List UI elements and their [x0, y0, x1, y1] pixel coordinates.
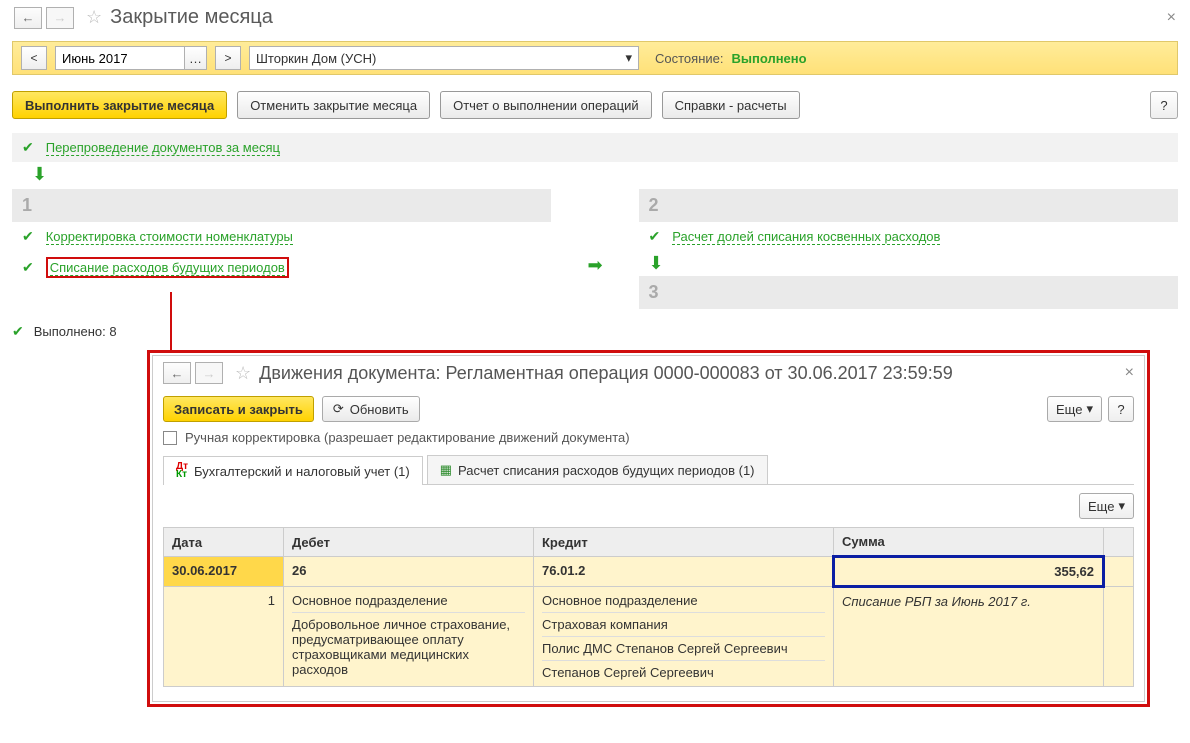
accounting-table: Дата Дебет Кредит Сумма 30.06.2017 26 76… [163, 527, 1134, 687]
favorite-star-icon[interactable]: ☆ [86, 7, 102, 28]
popup-help-button[interactable]: ? [1108, 396, 1134, 422]
period-bar: < … > Шторкин Дом (УСН) ▾ Состояние: Вып… [12, 41, 1178, 75]
table-more-label: Еще [1088, 499, 1114, 514]
cancel-closing-button[interactable]: Отменить закрытие месяца [237, 91, 430, 119]
row2-desc[interactable]: Списание РБП за Июнь 2017 г. [834, 587, 1104, 687]
row2-seq[interactable]: 1 [164, 587, 284, 687]
references-button[interactable]: Справки - расчеты [662, 91, 800, 119]
row2-extra [1104, 587, 1134, 687]
tab-accounting[interactable]: ДтКт Бухгалтерский и налоговый учет (1) [163, 456, 423, 485]
period-input[interactable] [55, 46, 185, 70]
popup-nav-forward-button: → [195, 362, 223, 384]
repost-documents-link[interactable]: Перепроведение документов за месяц [46, 140, 280, 156]
check-icon: ✔ [22, 139, 34, 156]
row2-credit-line4: Степанов Сергей Сергеевич [542, 665, 825, 680]
tab-accounting-label: Бухгалтерский и налоговый учет (1) [194, 464, 410, 479]
page-title: Закрытие месяца [110, 6, 273, 29]
popup-favorite-star-icon[interactable]: ☆ [235, 363, 251, 384]
status-label: Состояние: [655, 51, 723, 66]
col-extra [1104, 528, 1134, 557]
more-button[interactable]: Еще ▾ [1047, 396, 1102, 422]
organization-select[interactable]: Шторкин Дом (УСН) ▾ [249, 46, 639, 70]
period-prev-button[interactable]: < [21, 46, 47, 70]
highlight-box: Списание расходов будущих периодов [46, 257, 289, 278]
manual-edit-label: Ручная корректировка (разрешает редактир… [185, 430, 630, 445]
row2-debit-line2: Добровольное личное страхование, предусм… [292, 617, 525, 677]
debit-credit-icon: ДтКт [176, 463, 188, 479]
grid-icon: ▦ [440, 462, 452, 478]
save-and-close-button[interactable]: Записать и закрыть [163, 396, 314, 422]
col-debit: Дебет [284, 528, 534, 557]
row2-credit[interactable]: Основное подразделение Страховая компани… [534, 587, 834, 687]
check-icon: ✔ [22, 259, 34, 276]
organization-value: Шторкин Дом (УСН) [256, 51, 376, 66]
check-icon: ✔ [22, 228, 34, 245]
stage-1-header: 1 [12, 189, 551, 222]
row2-debit[interactable]: Основное подразделение Добровольное личн… [284, 587, 534, 687]
row2-credit-line2: Страховая компания [542, 617, 825, 637]
row1-debit[interactable]: 26 [284, 557, 534, 587]
footer-status-text: Выполнено: 8 [34, 324, 117, 339]
period-next-button[interactable]: > [215, 46, 241, 70]
popup-nav-back-button[interactable]: ← [163, 362, 191, 384]
refresh-label: Обновить [350, 402, 409, 417]
stage2-item1-link[interactable]: Расчет долей списания косвенных расходов [672, 229, 940, 245]
tab-rbp-label: Расчет списания расходов будущих периодо… [458, 463, 755, 478]
operations-report-button[interactable]: Отчет о выполнении операций [440, 91, 652, 119]
stage1-item2-link[interactable]: Списание расходов будущих периодов [50, 260, 285, 276]
refresh-icon: ⟳ [333, 401, 344, 417]
popup-title: Движения документа: Регламентная операци… [259, 363, 953, 384]
row1-date[interactable]: 30.06.2017 [164, 557, 284, 587]
more-label: Еще [1056, 402, 1082, 417]
row2-credit-line3: Полис ДМС Степанов Сергей Сергеевич [542, 641, 825, 661]
period-picker-button[interactable]: … [185, 46, 207, 70]
table-more-button[interactable]: Еще ▾ [1079, 493, 1134, 519]
close-icon[interactable]: × [1167, 9, 1176, 27]
arrow-down-icon: ⬇ [649, 253, 1178, 274]
row1-credit[interactable]: 76.01.2 [534, 557, 834, 587]
row1-extra [1104, 557, 1134, 587]
nav-back-button[interactable]: ← [14, 7, 42, 29]
refresh-button[interactable]: ⟳ Обновить [322, 396, 420, 422]
stage-2-header: 2 [639, 189, 1178, 222]
callout-arrow [170, 292, 172, 352]
chevron-down-icon: ▾ [1118, 498, 1125, 514]
execute-button[interactable]: Выполнить закрытие месяца [12, 91, 227, 119]
manual-edit-checkbox[interactable] [163, 431, 177, 445]
col-date: Дата [164, 528, 284, 557]
arrow-down-icon: ⬇ [32, 164, 1178, 185]
status-value: Выполнено [731, 51, 806, 66]
row2-debit-line1: Основное подразделение [292, 593, 525, 613]
col-credit: Кредит [534, 528, 834, 557]
nav-forward-button: → [46, 7, 74, 29]
check-icon: ✔ [12, 323, 24, 340]
check-icon: ✔ [649, 228, 661, 245]
help-button[interactable]: ? [1150, 91, 1178, 119]
document-movements-window: ← → ☆ Движения документа: Регламентная о… [147, 350, 1150, 707]
row1-sum[interactable]: 355,62 [834, 557, 1104, 587]
popup-close-icon[interactable]: × [1125, 364, 1134, 382]
arrow-right-icon: ➡ [587, 255, 602, 276]
col-sum: Сумма [834, 528, 1104, 557]
tab-rbp-calc[interactable]: ▦ Расчет списания расходов будущих перио… [427, 455, 768, 484]
row2-credit-line1: Основное подразделение [542, 593, 825, 613]
stage-3-header: 3 [639, 276, 1178, 309]
stage1-item1-link[interactable]: Корректировка стоимости номенклатуры [46, 229, 293, 245]
chevron-down-icon: ▾ [625, 50, 632, 66]
chevron-down-icon: ▾ [1086, 401, 1093, 417]
